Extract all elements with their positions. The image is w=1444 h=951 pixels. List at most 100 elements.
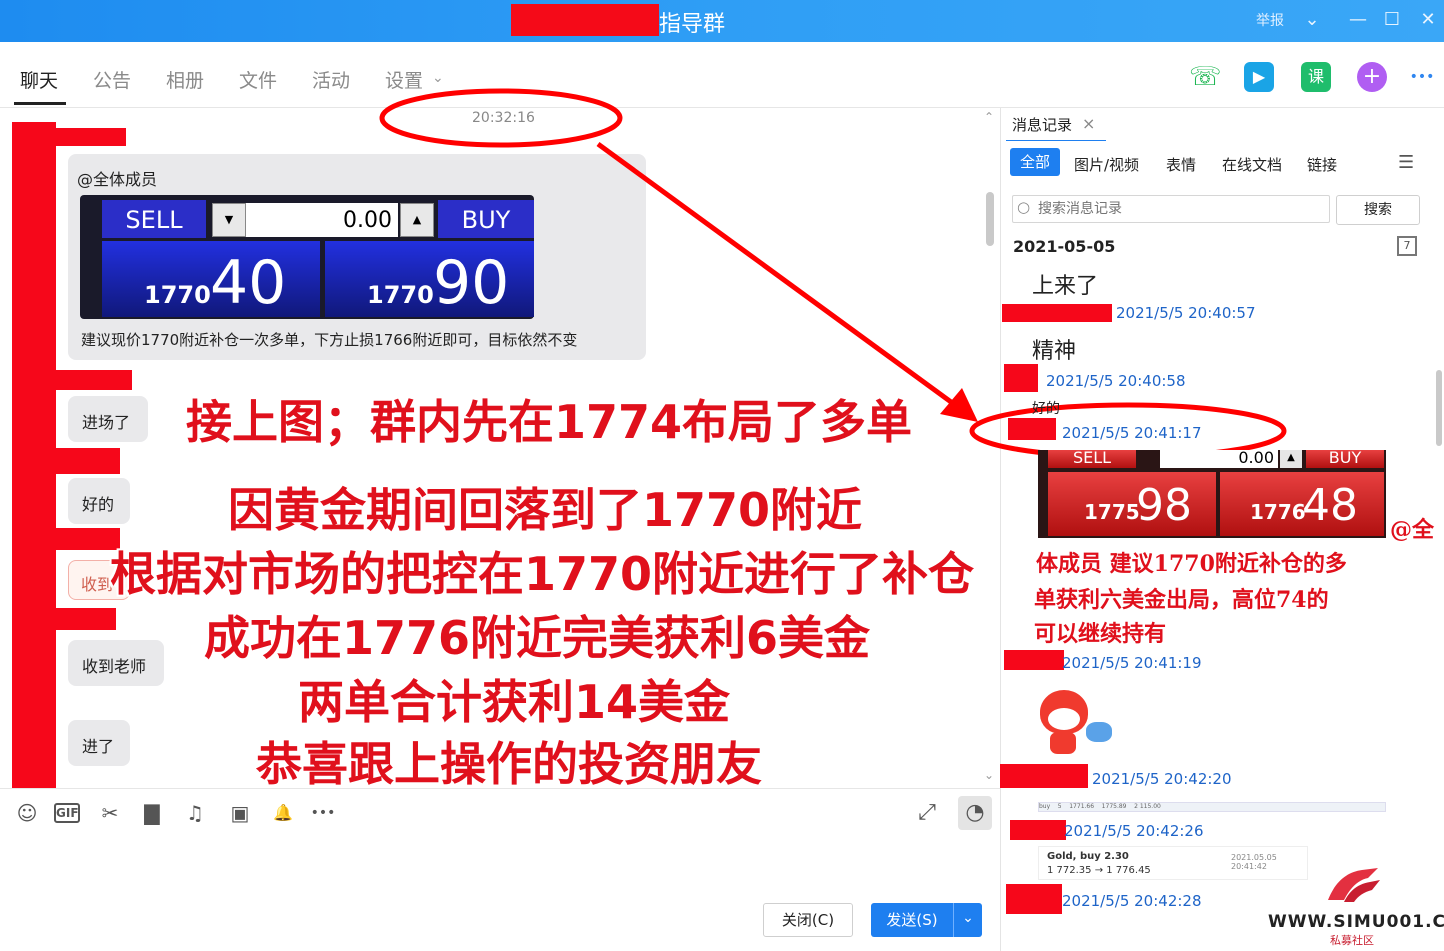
trade-result-title: Gold, buy 2.30: [1047, 851, 1129, 862]
callout-line: 成功在1776附近完美获利6美金: [204, 611, 871, 665]
callout-line: 恭喜跟上操作的投资朋友: [256, 737, 762, 791]
send-button[interactable]: 发送(S): [871, 903, 953, 937]
history-scrollbar[interactable]: [1436, 370, 1442, 446]
sender-redaction: [1010, 820, 1066, 840]
scroll-up-icon[interactable]: ⌃: [984, 110, 994, 124]
ticket2-sell-small: 1775: [1084, 500, 1140, 524]
callout-line: 两单合计获利14美金: [298, 675, 731, 729]
tab-chat[interactable]: 聊天: [20, 66, 58, 93]
history-time: 2021/5/5 20:42:28: [1062, 892, 1202, 910]
image-icon[interactable]: ▣: [227, 800, 253, 826]
history-time: 2021/5/5 20:40:58: [1046, 372, 1186, 390]
phone-call-icon[interactable]: ☏: [1189, 62, 1222, 92]
gif-icon[interactable]: GIF: [54, 803, 80, 823]
filter-icon[interactable]: ☰: [1398, 152, 1414, 173]
close-window-button[interactable]: ✕: [1416, 8, 1440, 32]
trade-result-image[interactable]: Gold, buy 2.30 1 772.35 → 1 776.45 2021.…: [1038, 846, 1308, 880]
sender-redaction: [1004, 364, 1038, 392]
watermark-sub: 私募社区: [1330, 934, 1374, 947]
sender-redaction: [1006, 884, 1062, 914]
sell-price-big: 40: [210, 248, 287, 318]
trade-result-prices: 1 772.35 → 1 776.45: [1047, 865, 1151, 876]
course-icon[interactable]: 课: [1301, 62, 1331, 92]
history-title: 消息记录: [1012, 116, 1073, 134]
bell-icon[interactable]: 🔔: [270, 800, 296, 826]
close-history-icon[interactable]: ×: [1082, 114, 1095, 133]
callout-line: 根据对市场的把控在1770附近进行了补仓: [110, 547, 975, 601]
tab-album[interactable]: 相册: [166, 66, 204, 93]
history-tab-underline: [1006, 140, 1106, 141]
ticket-buy: BUY: [438, 200, 534, 238]
filter-links[interactable]: 链接: [1307, 154, 1337, 175]
scroll-down-icon[interactable]: ⌄: [984, 768, 994, 782]
sticker-image[interactable]: [1034, 682, 1118, 762]
mention-annotation: 体成员 建议1770附近补仓的多: [1036, 551, 1347, 577]
expand-icon[interactable]: ⤢: [914, 800, 940, 826]
history-toggle-icon[interactable]: ◔: [958, 796, 992, 830]
search-button[interactable]: 搜索: [1336, 195, 1420, 225]
filter-media[interactable]: 图片/视频: [1074, 154, 1139, 175]
message-text: 建议现价1770附近补仓一次多单，下方止损1766附近即可，目标依然不变: [81, 331, 578, 349]
music-icon[interactable]: ♫: [182, 800, 208, 826]
tab-activity[interactable]: 活动: [312, 66, 350, 93]
minimize-button[interactable]: —: [1346, 8, 1370, 32]
ticket-buy-price: 1770 90: [325, 241, 534, 317]
name-redaction: [56, 608, 116, 630]
history-message: 好的: [1032, 401, 1060, 417]
ticket-down-arrow: ▼: [212, 203, 246, 237]
name-redaction: [56, 128, 126, 146]
input-divider: [0, 788, 1000, 789]
buy-price-big: 90: [433, 248, 510, 318]
watermark-logo: [1328, 868, 1380, 902]
report-button[interactable]: 举报: [1256, 10, 1284, 30]
callout-line: 因黄金期间回落到了1770附近: [228, 483, 863, 537]
history-date: 2021-05-05: [1013, 237, 1116, 256]
ticket-up-arrow: ▲: [400, 203, 434, 237]
ticket-qty: 0.00: [246, 203, 398, 237]
mention-annotation: @全: [1390, 517, 1435, 543]
watermark-text: WWW.SIMU001.CN: [1268, 912, 1444, 932]
sender-redaction: [1008, 418, 1056, 440]
filter-all[interactable]: 全部: [1010, 148, 1060, 176]
ticket2-buy-price: 1776 48: [1220, 472, 1384, 536]
tab-files[interactable]: 文件: [239, 66, 277, 93]
ticket2-sell-big: 98: [1136, 480, 1192, 531]
ticket-sell-price: 1770 40: [102, 241, 320, 317]
video-call-icon[interactable]: ▶: [1244, 62, 1274, 92]
position-strip-image[interactable]: buy 5 1771.66 1775.89 2 115.00: [1038, 802, 1386, 812]
history-time: 2021/5/5 20:42:20: [1092, 770, 1232, 788]
mention-annotation: 单获利六美金出局，高位74的: [1034, 587, 1329, 613]
annotation-arrow: [596, 141, 978, 422]
ticket2-buy-big: 48: [1302, 480, 1358, 531]
ticket-sell: SELL: [102, 200, 206, 238]
calendar-icon[interactable]: 7: [1397, 236, 1417, 256]
mention-annotation: 可以继续持有: [1034, 621, 1167, 647]
emoji-icon[interactable]: ☺: [14, 800, 40, 826]
ticket2-sell: SELL: [1048, 450, 1136, 468]
title-redaction: [511, 4, 659, 36]
buy-price-small: 1770: [367, 281, 434, 309]
scissors-icon[interactable]: ✂: [97, 800, 123, 826]
tab-announcement[interactable]: 公告: [93, 66, 131, 93]
search-input[interactable]: [1038, 198, 1326, 220]
sender-redaction: [1002, 304, 1112, 322]
history-message: 上来了: [1032, 274, 1099, 299]
message-bubble: 进了: [68, 720, 130, 766]
more-icon[interactable]: •••: [1407, 62, 1437, 92]
more-tools-icon[interactable]: •••: [310, 800, 336, 826]
ticket2-buy-small: 1776: [1250, 500, 1306, 524]
history-message: 精神: [1032, 339, 1077, 364]
avatar-redaction: [12, 122, 56, 788]
maximize-button[interactable]: ☐: [1380, 8, 1404, 32]
filter-docs[interactable]: 在线文档: [1222, 154, 1282, 175]
close-button[interactable]: 关闭(C): [763, 903, 853, 937]
send-options-icon[interactable]: ⌄: [953, 903, 982, 937]
folder-icon[interactable]: ▇: [139, 800, 165, 826]
filter-emoji[interactable]: 表情: [1166, 154, 1196, 175]
search-icon: ○: [1017, 198, 1031, 216]
message-bubble: 好的: [68, 478, 130, 524]
add-app-icon[interactable]: +: [1357, 62, 1387, 92]
megaphone-icon: [1086, 722, 1112, 742]
collapse-icon[interactable]: ⌄: [1300, 8, 1324, 32]
sell-price-small: 1770: [144, 281, 211, 309]
